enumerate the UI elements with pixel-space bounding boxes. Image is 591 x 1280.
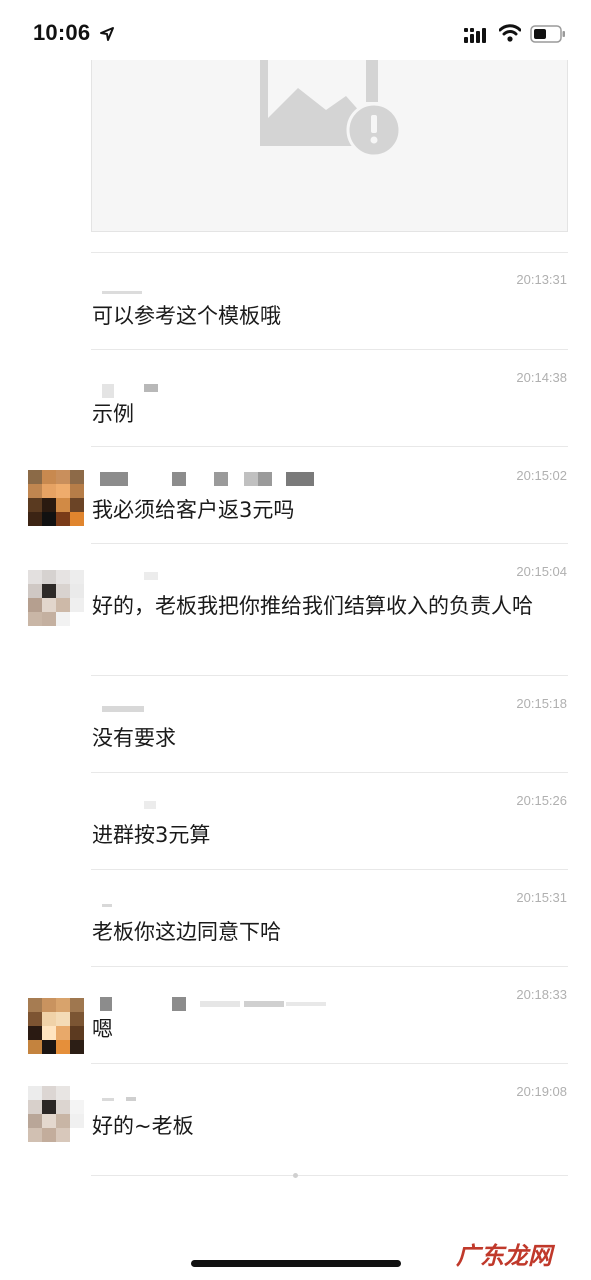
divider — [91, 252, 568, 253]
message-text[interactable]: 示例 — [92, 398, 562, 430]
divider — [91, 1063, 568, 1064]
divider — [91, 869, 568, 870]
watermark: 广东龙网 — [456, 1242, 552, 1270]
message-time: 20:18:33 — [516, 987, 567, 1002]
divider — [91, 446, 568, 447]
avatar[interactable] — [28, 998, 84, 1054]
avatar[interactable] — [28, 470, 84, 526]
divider — [91, 966, 568, 967]
avatar[interactable] — [28, 1086, 84, 1142]
status-bar: 10:06 — [0, 0, 591, 62]
divider — [91, 675, 568, 676]
message-time: 20:15:02 — [516, 468, 567, 483]
message-text[interactable]: 我必须给客户返3元吗 — [92, 494, 562, 526]
message-time: 20:14:38 — [516, 370, 567, 385]
message-time: 20:13:31 — [516, 272, 567, 287]
message-time: 20:15:04 — [516, 564, 567, 579]
message-text[interactable]: 嗯 — [92, 1013, 562, 1045]
message-time: 20:19:08 — [516, 1084, 567, 1099]
divider — [91, 1175, 568, 1176]
scroll-dot — [293, 1173, 298, 1178]
message-text[interactable]: 可以参考这个模板哦 — [92, 300, 562, 332]
home-indicator[interactable] — [191, 1260, 401, 1267]
divider — [91, 772, 568, 773]
message-time: 20:15:31 — [516, 890, 567, 905]
battery-icon — [530, 25, 565, 43]
divider — [91, 543, 568, 544]
message-text[interactable]: 好的~老板 — [92, 1110, 562, 1142]
message-text[interactable]: 没有要求 — [92, 722, 562, 754]
location-arrow-icon — [100, 27, 114, 41]
message-time: 20:15:18 — [516, 696, 567, 711]
message-text[interactable]: 进群按3元算 — [92, 819, 562, 851]
divider — [91, 349, 568, 350]
wifi-icon — [499, 24, 521, 42]
avatar[interactable] — [28, 570, 84, 626]
status-time: 10:06 — [33, 20, 91, 45]
image-placeholder[interactable] — [91, 60, 568, 232]
message-text[interactable]: 老板你这边同意下哈 — [92, 916, 562, 948]
cellular-signal-icon — [464, 28, 486, 43]
image-load-failed-icon — [260, 60, 400, 158]
message-time: 20:15:26 — [516, 793, 567, 808]
message-text[interactable]: 好的，老板我把你推给我们结算收入的负责人哈 — [92, 590, 562, 622]
